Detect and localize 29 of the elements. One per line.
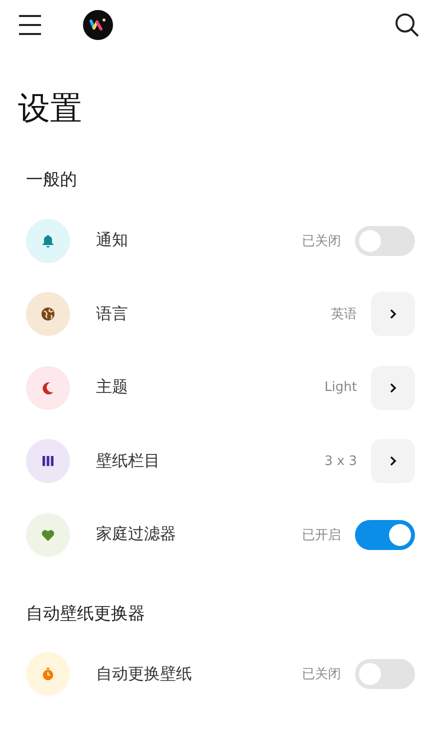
setting-label: 家庭过滤器 <box>96 524 176 546</box>
setting-value: Light <box>324 380 357 396</box>
columns-icon <box>26 439 70 484</box>
setting-value: 已开启 <box>302 526 341 544</box>
toggle-switch[interactable] <box>355 226 415 256</box>
toggle-switch[interactable] <box>355 520 415 550</box>
toggle-switch[interactable] <box>355 659 415 690</box>
globe-icon <box>26 292 70 336</box>
setting-label: 壁纸栏目 <box>96 450 160 472</box>
search-icon[interactable] <box>394 12 420 38</box>
section-heading: 一般的 <box>26 169 77 192</box>
setting-value: 3 x 3 <box>324 454 357 469</box>
logo-icon[interactable] <box>83 10 113 40</box>
timer-icon <box>26 652 70 696</box>
moon-icon <box>26 366 70 410</box>
setting-label: 语言 <box>96 304 128 325</box>
setting-label: 自动更换壁纸 <box>96 664 192 685</box>
section-heading: 自动壁纸更换器 <box>26 602 145 626</box>
chevron-button[interactable] <box>371 366 415 410</box>
setting-value: 已关闭 <box>302 232 341 250</box>
setting-label: 通知 <box>96 230 128 252</box>
setting-value: 已关闭 <box>302 666 341 684</box>
page-title: 设置 <box>18 88 82 129</box>
menu-icon[interactable] <box>18 14 42 36</box>
chevron-button[interactable] <box>371 439 415 484</box>
setting-value: 英语 <box>331 306 357 324</box>
bell-icon <box>26 218 70 263</box>
setting-label: 主题 <box>96 377 128 398</box>
chevron-button[interactable] <box>371 292 415 336</box>
